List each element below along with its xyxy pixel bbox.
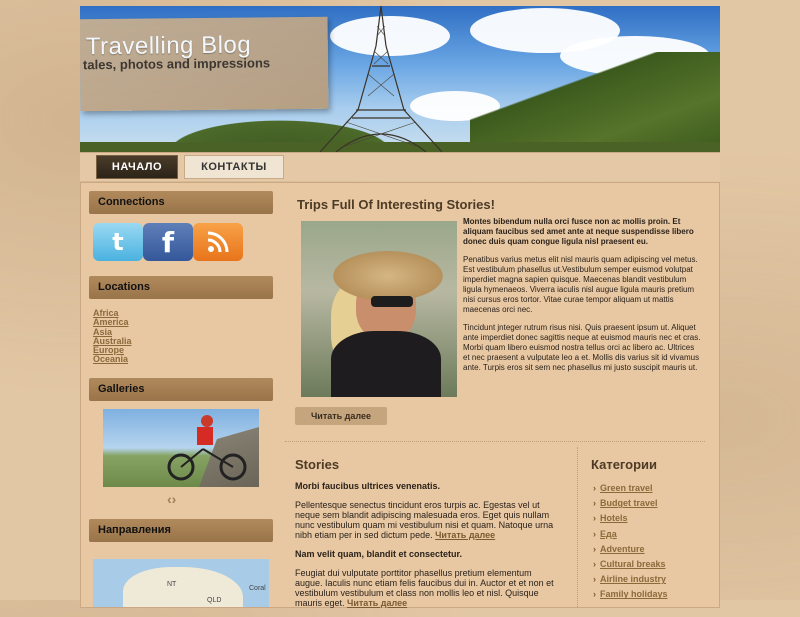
- post-title[interactable]: Trips Full Of Interesting Stories!: [297, 197, 495, 212]
- category-item: › Hotels: [593, 511, 668, 526]
- gallery-image-cyclist[interactable]: [103, 409, 259, 487]
- category-link[interactable]: Hotels: [600, 513, 628, 523]
- category-link[interactable]: Green travel: [600, 483, 653, 493]
- gallery-nav: ‹›: [167, 491, 176, 507]
- location-item: Oceania: [93, 355, 132, 364]
- chevron-right-icon: ›: [593, 498, 596, 509]
- site-title-box: Travelling Blog tales, photos and impres…: [80, 16, 329, 112]
- chevron-right-icon: ›: [593, 543, 596, 554]
- eiffel-tower-image: [319, 6, 443, 152]
- map-label-nt: NT: [167, 581, 177, 588]
- page: Travelling Blog tales, photos and impres…: [80, 6, 720, 608]
- category-link[interactable]: Budget travel: [600, 498, 658, 508]
- category-link[interactable]: Airline industry: [600, 574, 666, 584]
- category-item: › Family holidays: [593, 587, 668, 602]
- site-subtitle: tales, photos and impressions: [82, 55, 271, 73]
- nav-item-home[interactable]: НАЧАЛО: [96, 155, 178, 179]
- category-link[interactable]: Cultural breaks: [600, 559, 666, 569]
- chevron-right-icon: ›: [593, 574, 596, 585]
- content-area: Connections t f Locations Africa America…: [80, 182, 720, 608]
- category-item: › Airline industry: [593, 572, 668, 587]
- rss-glyph: [207, 231, 229, 253]
- map-label-qld: QLD: [207, 597, 222, 604]
- story-read-more-link[interactable]: Читать далее: [435, 530, 495, 540]
- category-link[interactable]: Adventure: [600, 544, 645, 554]
- column-divider: [577, 447, 578, 607]
- locations-heading: Locations: [89, 276, 273, 299]
- categories-list: › Green travel › Budget travel › Hotels › Ед…: [593, 481, 668, 603]
- chevron-right-icon: ›: [593, 528, 596, 539]
- post-photo: [301, 221, 457, 397]
- post-body: Montes bibendum nulla orci fusce non ac …: [463, 217, 701, 381]
- story-heading: Morbi faucibus ultrices venenatis.: [295, 481, 441, 491]
- category-link[interactable]: Family holidays: [600, 589, 668, 599]
- facebook-icon[interactable]: f: [143, 223, 193, 261]
- post-lead: Montes bibendum nulla orci fusce non ac …: [463, 217, 694, 246]
- chevron-right-icon: ›: [593, 483, 596, 493]
- category-item: › Green travel: [593, 481, 668, 496]
- post-paragraph: Tincidunt jnteger rutrum risus nisi. Qui…: [463, 323, 701, 372]
- chevron-right-icon: ›: [593, 589, 596, 600]
- main-nav: НАЧАЛО КОНТАКТЫ: [80, 152, 720, 181]
- twitter-icon[interactable]: t: [93, 223, 143, 261]
- chevron-right-icon: ›: [593, 559, 596, 570]
- stories-list: Morbi faucibus ultrices venenatis. Pelle…: [295, 481, 561, 617]
- location-link-oceania[interactable]: Oceania: [93, 354, 128, 364]
- story-text: Feugiat dui vulputate porttitor phasellu…: [295, 568, 554, 608]
- stories-heading: Stories: [295, 457, 340, 472]
- category-item: › Adventure: [593, 542, 668, 557]
- cyclist-illustration: [167, 415, 247, 481]
- main-content: Trips Full Of Interesting Stories! Monte…: [277, 183, 719, 608]
- locations-list: Africa America Asia Australia Europe Oce…: [93, 308, 132, 365]
- section-divider: [285, 441, 705, 442]
- category-item: › Budget travel: [593, 496, 668, 511]
- categories-heading: Категории: [591, 457, 658, 472]
- read-more-button[interactable]: Читать далее: [295, 407, 387, 425]
- directions-heading: Направления: [89, 519, 273, 542]
- connections-heading: Connections: [89, 191, 273, 214]
- map-label-coral: Coral: [249, 585, 266, 592]
- rss-icon[interactable]: [193, 223, 243, 261]
- sidebar: Connections t f Locations Africa America…: [81, 183, 277, 607]
- category-item: › Cultural breaks: [593, 557, 668, 572]
- category-link[interactable]: Еда: [600, 529, 617, 539]
- galleries-heading: Galleries: [89, 378, 273, 401]
- chevron-right-icon: ›: [593, 513, 596, 524]
- post-paragraph: Penatibus varius metus elit nisl mauris …: [463, 255, 698, 314]
- gallery-next-icon[interactable]: ›: [172, 491, 177, 507]
- story-text: Pellentesque senectus tincidunt eros tur…: [295, 500, 554, 540]
- story-heading: Nam velit quam, blandit et consectetur.: [295, 549, 463, 559]
- category-item: › Еда: [593, 527, 668, 542]
- nav-item-contacts[interactable]: КОНТАКТЫ: [184, 155, 284, 179]
- header-banner: Travelling Blog tales, photos and impres…: [80, 6, 720, 152]
